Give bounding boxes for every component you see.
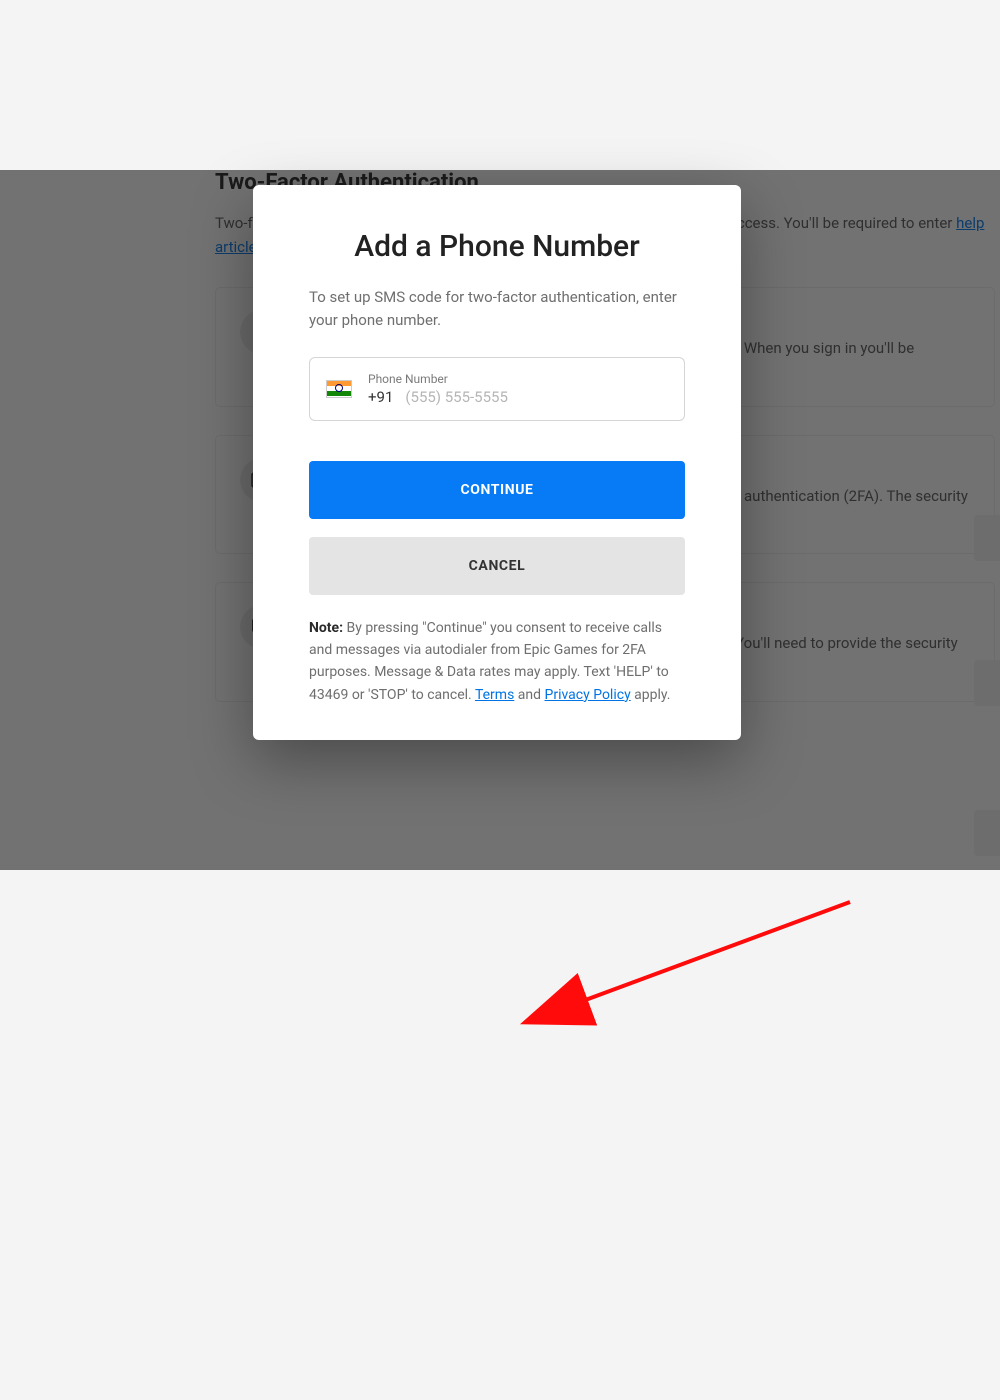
- phone-number-input[interactable]: [405, 388, 605, 406]
- continue-button[interactable]: CONTINUE: [309, 461, 685, 519]
- modal-subtitle: To set up SMS code for two-factor authen…: [309, 286, 685, 333]
- privacy-policy-link[interactable]: Privacy Policy: [545, 687, 631, 703]
- phone-field-label: Phone Number: [368, 372, 605, 386]
- india-flag-icon[interactable]: [326, 380, 352, 398]
- note-bold: Note:: [309, 620, 343, 636]
- terms-link[interactable]: Terms: [475, 687, 514, 703]
- add-phone-modal: Add a Phone Number To set up SMS code fo…: [253, 185, 741, 740]
- modal-title: Add a Phone Number: [309, 229, 685, 264]
- note-tail: apply.: [631, 687, 671, 703]
- consent-note: Note: By pressing "Continue" you consent…: [309, 617, 685, 707]
- dial-code: +91: [368, 388, 393, 406]
- phone-input-group[interactable]: Phone Number +91: [309, 357, 685, 421]
- note-and: and: [514, 687, 544, 703]
- cancel-button[interactable]: CANCEL: [309, 537, 685, 595]
